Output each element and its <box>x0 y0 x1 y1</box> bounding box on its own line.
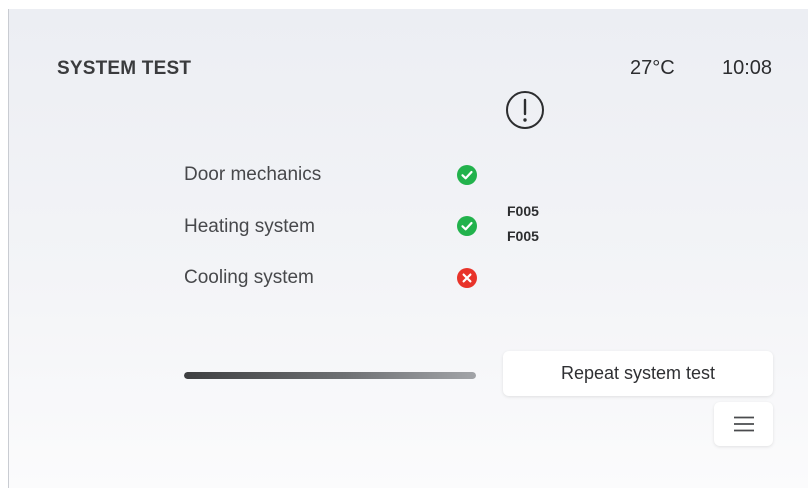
temperature-readout: 27°C <box>630 57 675 79</box>
x-circle-icon <box>457 268 477 288</box>
error-code: F005 <box>507 228 539 244</box>
test-label-heating-system: Heating system <box>184 216 315 237</box>
menu-button[interactable] <box>714 402 773 446</box>
error-code: F005 <box>507 203 539 219</box>
check-circle-icon <box>457 216 477 236</box>
progress-bar <box>184 372 476 379</box>
hamburger-menu-icon <box>733 416 754 432</box>
system-test-screen: SYSTEM TEST 27°C 10:08 Door mechanics He… <box>8 9 808 488</box>
page-title: SYSTEM TEST <box>57 58 192 79</box>
exclamation-circle-icon <box>506 91 544 129</box>
test-label-door-mechanics: Door mechanics <box>184 164 322 185</box>
progress-bar-fill <box>184 372 476 379</box>
repeat-system-test-button[interactable]: Repeat system test <box>503 351 773 396</box>
check-circle-icon <box>457 165 477 185</box>
test-label-cooling-system: Cooling system <box>184 267 314 288</box>
clock-readout: 10:08 <box>722 57 773 79</box>
